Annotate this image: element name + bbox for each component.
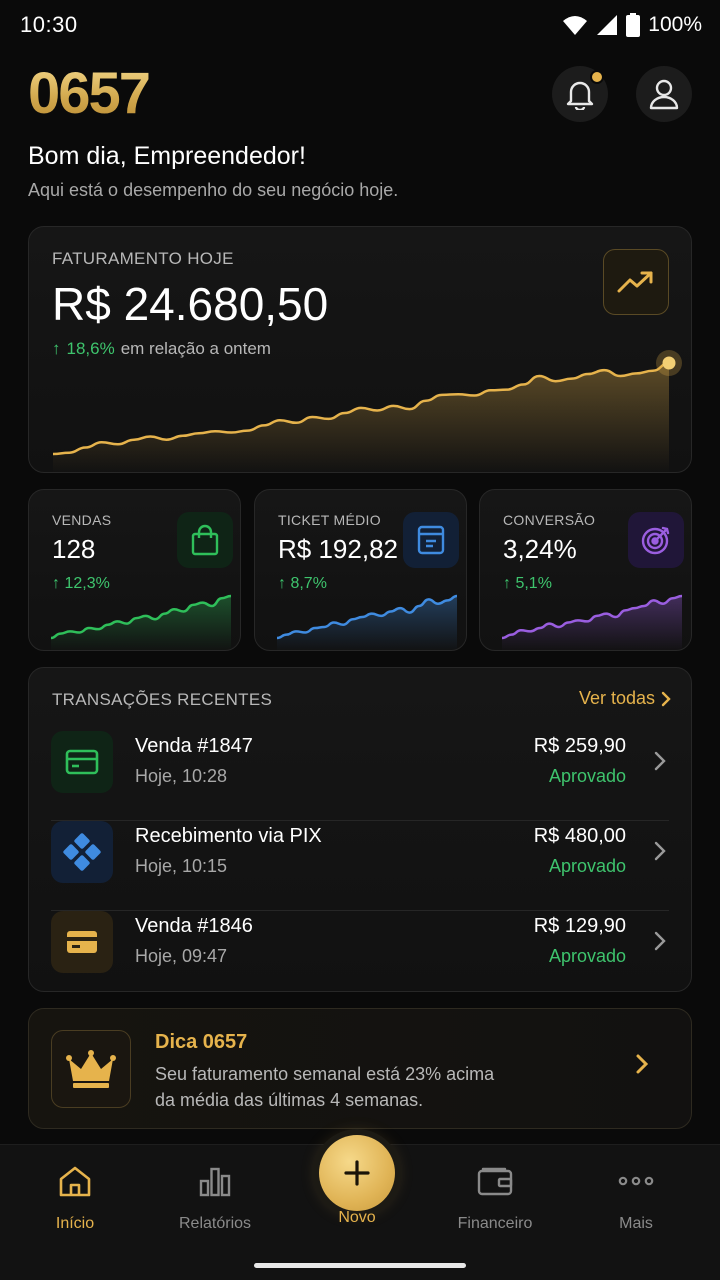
metric-card-conversion[interactable]: CONVERSÃO 3,24% ↑ 5,1% <box>479 489 692 651</box>
metric-label: VENDAS <box>52 512 112 528</box>
nav-label-new: Novo <box>338 1209 376 1226</box>
metric-card-ticket[interactable]: TICKET MÉDIO R$ 192,82 ↑ 8,7% <box>254 489 467 651</box>
revenue-value: R$ 24.680,50 <box>52 278 329 330</box>
app-logo: 0657 <box>28 61 151 126</box>
metric-value: R$ 192,82 <box>278 534 398 564</box>
bar-chart-icon <box>198 1163 232 1199</box>
transaction-status: Aprovado <box>548 946 626 966</box>
revenue-card[interactable]: FATURAMENTO HOJE R$ 24.680,50 ↑ 18,6% em… <box>28 226 692 473</box>
header: 0657 <box>28 62 692 126</box>
shopping-bag-icon <box>177 512 233 568</box>
chevron-right-icon <box>654 751 666 771</box>
sparkline-area <box>51 596 231 650</box>
transaction-row[interactable]: Recebimento via PIX Hoje, 10:15 R$ 480,0… <box>51 821 671 911</box>
transaction-amount: R$ 259,90 <box>533 735 626 757</box>
more-icon <box>618 1163 654 1199</box>
nav-item-finance[interactable]: Financeiro <box>425 1145 565 1245</box>
receipt-icon <box>403 512 459 568</box>
trending-up-icon <box>617 271 653 293</box>
tip-text: Seu faturamento semanal está 23% acima d… <box>155 1064 495 1110</box>
home-icon <box>58 1163 92 1199</box>
status-time: 10:30 <box>20 12 78 37</box>
user-icon <box>649 79 679 110</box>
metric-value: 3,24% <box>503 534 577 564</box>
credit-card-icon <box>51 731 113 793</box>
see-all-link[interactable]: Ver todas <box>579 688 671 709</box>
sparkline-area <box>277 596 457 650</box>
plus-icon <box>344 1160 370 1186</box>
transaction-time: Hoje, 10:28 <box>135 766 228 786</box>
wallet-icon <box>477 1163 513 1199</box>
credit-card-icon <box>51 911 113 973</box>
sparkline-endpoint <box>662 356 676 370</box>
crown-icon <box>51 1030 131 1108</box>
status-bar: 10:30 100% <box>0 0 720 50</box>
transaction-name: Venda #1846 <box>135 915 253 937</box>
new-button[interactable] <box>319 1135 395 1211</box>
metric-sparkline <box>50 594 232 650</box>
recent-transactions-card: TRANSAÇÕES RECENTES Ver todas Venda #184… <box>28 667 692 992</box>
transaction-amount: R$ 129,90 <box>533 915 626 937</box>
battery-icon <box>626 13 641 37</box>
signal-icon <box>597 15 618 35</box>
transaction-amount: R$ 480,00 <box>533 825 626 847</box>
transaction-time: Hoje, 09:47 <box>135 946 228 966</box>
trend-button[interactable] <box>603 249 669 315</box>
metric-label: TICKET MÉDIO <box>278 512 381 528</box>
notifications-button[interactable] <box>552 66 608 122</box>
wifi-icon <box>563 16 588 35</box>
metric-card-sales[interactable]: VENDAS 128 ↑ 12,3% <box>28 489 241 651</box>
chevron-right-icon <box>654 841 666 861</box>
chevron-right-icon[interactable] <box>635 1053 649 1075</box>
notification-dot <box>590 70 604 84</box>
target-icon <box>628 512 684 568</box>
transaction-time: Hoje, 10:15 <box>135 856 228 876</box>
transaction-row[interactable]: Venda #1847 Hoje, 10:28 R$ 259,90 Aprova… <box>51 731 671 821</box>
metric-sparkline <box>276 594 458 650</box>
status-icons: 100% <box>562 13 702 37</box>
metric-sparkline <box>501 594 683 650</box>
bell-icon <box>566 81 594 110</box>
chevron-right-icon <box>654 931 666 951</box>
metric-label: CONVERSÃO <box>503 512 596 528</box>
tip-title: Dica 0657 <box>155 1031 248 1053</box>
nav-item-home[interactable]: Início <box>5 1145 145 1245</box>
pix-icon <box>51 821 113 883</box>
transaction-status: Aprovado <box>548 766 626 786</box>
greeting-title: Bom dia, Empreendedor! <box>28 142 306 170</box>
battery-percent: 100% <box>648 13 702 36</box>
revenue-sparkline <box>52 350 682 472</box>
home-indicator[interactable] <box>254 1263 466 1268</box>
profile-button[interactable] <box>636 66 692 122</box>
greeting-subtitle: Aqui está o desempenho do seu negócio ho… <box>28 180 399 200</box>
sparkline-area <box>502 596 682 650</box>
transaction-status: Aprovado <box>548 856 626 876</box>
metric-value: 128 <box>52 534 96 564</box>
bottom-navigation: Início Relatórios Novo Financeiro Mais <box>0 1135 720 1280</box>
chevron-right-icon <box>661 691 671 706</box>
transaction-row[interactable]: Venda #1846 Hoje, 09:47 R$ 129,90 Aprova… <box>51 911 671 991</box>
nav-item-reports[interactable]: Relatórios <box>145 1145 285 1245</box>
transaction-name: Recebimento via PIX <box>135 825 322 847</box>
tip-card[interactable]: Dica 0657 Seu faturamento semanal está 2… <box>28 1008 692 1129</box>
transaction-name: Venda #1847 <box>135 735 253 757</box>
nav-item-more[interactable]: Mais <box>566 1145 706 1245</box>
revenue-label: FATURAMENTO HOJE <box>52 249 234 268</box>
transactions-title: TRANSAÇÕES RECENTES <box>52 690 273 709</box>
sparkline-area <box>53 363 669 472</box>
